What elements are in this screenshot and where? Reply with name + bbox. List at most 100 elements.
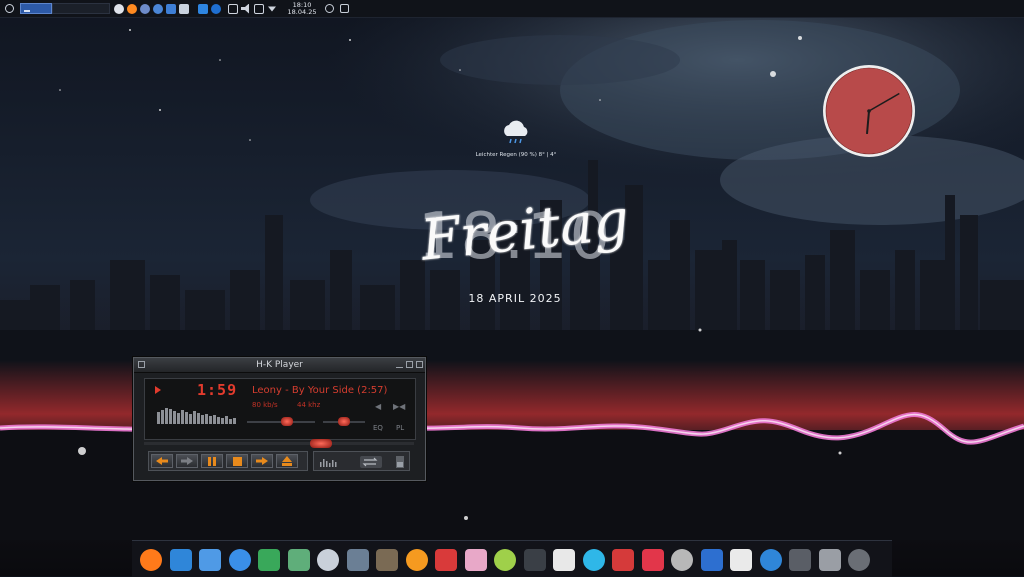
chromium-icon[interactable] (153, 3, 163, 14)
strawberry-icon[interactable] (641, 549, 664, 571)
elapsed-time[interactable]: 1:59 (197, 381, 237, 399)
next-button[interactable] (251, 454, 273, 468)
balance-slider[interactable] (323, 417, 365, 426)
forward-disabled-button[interactable] (176, 454, 198, 468)
file-manager-icon[interactable] (166, 3, 176, 14)
music-icon[interactable] (553, 549, 575, 571)
windows-icon[interactable] (198, 3, 208, 14)
spectrum-bar (185, 412, 188, 424)
bitrate: 80 kb/s (252, 401, 278, 409)
menu-icon (4, 4, 14, 13)
steam-icon[interactable] (114, 3, 124, 14)
stereo-indicator-icon: ▶◀ (393, 402, 406, 411)
player-shade-button[interactable] (406, 361, 413, 368)
next-icon (256, 457, 268, 465)
firefox-icon[interactable] (127, 3, 137, 14)
hk-player-window: H-K Player 1:59 Leony - By Your Side (2:… (133, 357, 426, 481)
dropdown-icon[interactable] (268, 6, 276, 12)
firefox-icon[interactable] (140, 549, 162, 571)
playlist-toggle[interactable]: PL (396, 424, 404, 432)
mono-indicator-icon: ◀ (375, 402, 382, 411)
spectrum-bar (177, 413, 180, 424)
balance-knob[interactable] (338, 417, 350, 426)
spectrum-bar (213, 415, 216, 424)
samplerate: 44 khz (297, 401, 321, 409)
spectrum-visualizer (157, 408, 236, 424)
window-thumbnail (24, 10, 30, 12)
spectrum-bar (205, 414, 208, 424)
player-extra-panel (313, 451, 410, 471)
eject-button[interactable] (276, 454, 298, 468)
dock (132, 540, 892, 577)
player-close-button[interactable] (416, 361, 423, 368)
settings-icon[interactable] (140, 3, 150, 14)
archive-icon[interactable] (818, 549, 841, 571)
spectrum-bar (197, 413, 200, 424)
ring-icon[interactable] (612, 549, 634, 571)
seek-knob[interactable] (310, 439, 333, 448)
play-state-icon (155, 386, 161, 394)
player-display: 1:59 Leony - By Your Side (2:57) 80 kb/s… (144, 378, 416, 440)
song-title: Leony - By Your Side (2:57) (252, 385, 388, 396)
browser-icon[interactable] (759, 549, 782, 571)
terminal-icon[interactable] (789, 549, 811, 571)
weather-text: Leichter Regen (90 %) 8° | 4° (475, 152, 557, 158)
writer-icon[interactable] (228, 549, 251, 571)
pause-button[interactable] (201, 454, 223, 468)
spectrum-bar (161, 410, 164, 424)
application-menu-button[interactable] (2, 2, 16, 15)
remote-icon[interactable] (582, 549, 605, 571)
files-icon[interactable] (199, 549, 221, 571)
volume-knob[interactable] (280, 417, 293, 426)
power-icon[interactable] (325, 4, 334, 13)
workspace-pager[interactable] (20, 3, 52, 14)
stop-button[interactable] (226, 454, 248, 468)
eject-icon (282, 456, 292, 466)
vlc-icon[interactable] (405, 549, 428, 571)
monitor-icon[interactable] (179, 3, 189, 14)
gimp-icon[interactable] (376, 549, 398, 571)
spectrum-bar (233, 418, 236, 424)
transport-controls (148, 451, 308, 471)
show-desktop-icon[interactable] (340, 4, 349, 13)
top-panel: 18:10 18.04.25 (0, 0, 1024, 18)
volume-icon[interactable] (241, 3, 249, 14)
player-title: H-K Player (256, 360, 303, 370)
spectrum-bar (169, 409, 172, 424)
seek-bar[interactable] (144, 439, 414, 448)
thunderbird-icon[interactable] (169, 549, 192, 571)
equalizer-toggle[interactable]: EQ (373, 424, 383, 432)
display-icon[interactable] (254, 3, 264, 14)
volume-slider[interactable] (247, 417, 315, 426)
calc-icon[interactable] (258, 549, 280, 571)
spectrum-bar (229, 419, 232, 424)
spectrum-bar (189, 414, 192, 424)
hp-icon[interactable] (211, 3, 221, 14)
filezilla-icon[interactable] (435, 549, 457, 571)
clock-icon[interactable] (848, 549, 870, 571)
camera-icon[interactable] (523, 549, 546, 571)
previous-button[interactable] (151, 454, 173, 468)
audio-icon[interactable] (700, 549, 723, 571)
panel-clock[interactable]: 18:10 18.04.25 (285, 2, 319, 15)
player-minimize-button[interactable] (396, 361, 403, 368)
spectrum-bar (217, 417, 220, 424)
taskbar-area[interactable] (52, 3, 110, 14)
weather-widget[interactable]: Leichter Regen (90 %) 8° | 4° (470, 116, 562, 158)
computer-icon[interactable] (317, 549, 339, 571)
analog-clock-widget (823, 65, 915, 157)
player-titlebar[interactable]: H-K Player (134, 358, 425, 373)
clapper-icon[interactable] (730, 549, 752, 571)
clipboard-icon[interactable] (228, 3, 238, 14)
spectrum-bar (181, 410, 184, 424)
spectrum-bar (201, 415, 204, 424)
dino-icon[interactable] (287, 549, 310, 571)
player-menu-button[interactable] (138, 361, 145, 368)
gem-icon[interactable] (494, 549, 516, 571)
forward-icon (181, 457, 193, 465)
lollypop-icon[interactable] (464, 549, 487, 571)
pause-icon (208, 456, 216, 466)
settings-icon[interactable] (346, 549, 369, 571)
settings-wheel-icon[interactable] (671, 549, 693, 571)
spectrum-bar (157, 412, 160, 424)
